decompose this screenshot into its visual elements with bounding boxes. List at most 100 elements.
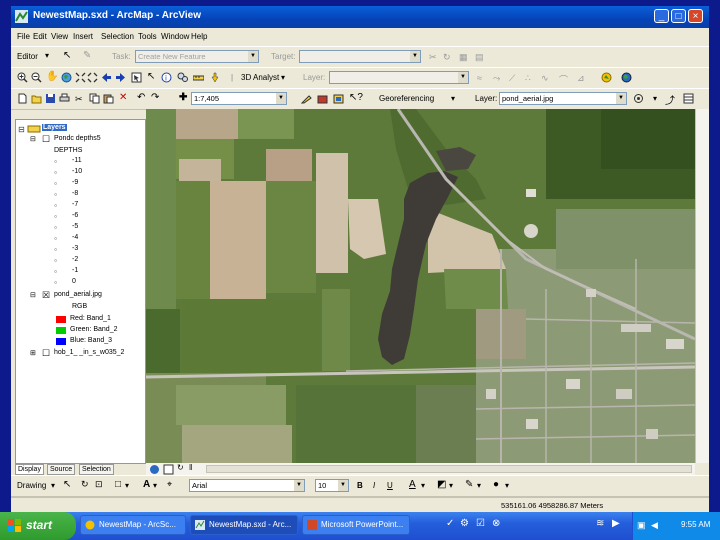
new-text-icon[interactable]: A — [143, 479, 150, 490]
close-button[interactable]: × — [688, 9, 703, 23]
paste-icon[interactable] — [103, 93, 114, 104]
tab-display[interactable]: Display — [15, 464, 44, 475]
clock[interactable]: 9:55 AM — [681, 520, 710, 529]
menu-selection[interactable]: Selection — [101, 32, 134, 41]
cut-icon[interactable]: ✂ — [75, 94, 83, 105]
menu-file[interactable]: File — [17, 32, 30, 41]
task-arcscene[interactable]: NewestMap - ArcSc... — [80, 515, 186, 535]
hyperlink-icon[interactable] — [209, 72, 220, 83]
underline-button[interactable]: U — [387, 481, 393, 490]
rotate-tool-icon[interactable] — [633, 93, 644, 104]
add-control-points-icon[interactable]: ⤴ — [665, 92, 675, 107]
print-icon[interactable] — [59, 93, 70, 104]
georeferencing-arrow-icon[interactable]: ▾ — [451, 94, 455, 103]
fill-color-arrow-icon[interactable]: ▾ — [449, 481, 453, 490]
zoom-out-icon[interactable] — [31, 72, 42, 83]
quicklaunch-arrow-icon[interactable]: ✓ — [446, 518, 454, 529]
split-icon[interactable]: ✂ — [429, 52, 437, 63]
3d-layer-select[interactable]: ▼ — [329, 71, 469, 84]
identify-icon[interactable]: i — [161, 72, 172, 83]
menu-view[interactable]: View — [51, 32, 68, 41]
menu-help[interactable]: Help — [191, 32, 207, 41]
rotate-arrow-icon[interactable]: ▾ — [653, 94, 657, 103]
zoom-to-selected-icon[interactable]: ⊡ — [95, 479, 103, 490]
new-document-icon[interactable] — [17, 93, 28, 104]
add-data-icon[interactable]: ✚ — [179, 92, 187, 103]
attributes-icon[interactable]: ▦ — [459, 52, 468, 63]
georeferencing-menu[interactable]: Georeferencing — [379, 94, 434, 103]
steepest-path-icon[interactable]: ⤳ — [493, 73, 500, 84]
select-elements-icon[interactable]: ↖ — [63, 479, 71, 490]
menu-tools[interactable]: Tools — [138, 32, 157, 41]
fixed-zoom-in-icon[interactable] — [75, 72, 86, 83]
fixed-zoom-out-icon[interactable] — [87, 72, 98, 83]
open-folder-icon[interactable] — [31, 93, 42, 104]
minimize-button[interactable]: _ — [654, 9, 669, 23]
font-color-arrow-icon[interactable]: ▾ — [421, 481, 425, 490]
map-vertical-scrollbar[interactable] — [695, 109, 709, 463]
editor-menu[interactable]: Editor — [17, 52, 38, 61]
select-features-icon[interactable] — [131, 72, 142, 83]
arccatalog-icon[interactable] — [333, 93, 344, 104]
tab-source[interactable]: Source — [47, 464, 76, 475]
font-size-select[interactable]: 10 ▼ — [315, 479, 349, 492]
full-extent-icon[interactable] — [61, 72, 72, 83]
redo-icon[interactable]: ↷ — [151, 92, 159, 103]
task-arcmap[interactable]: NewestMap.sxd - Arc... — [190, 515, 298, 535]
layers-frame-label[interactable]: Layers — [42, 124, 67, 131]
zoom-in-icon[interactable] — [17, 72, 28, 83]
bold-button[interactable]: B — [357, 481, 363, 490]
view-link-table-icon[interactable] — [683, 93, 694, 104]
editor-dropdown-arrow-icon[interactable]: ▾ — [45, 51, 49, 60]
copy-icon[interactable] — [89, 93, 100, 104]
layer-visibility-checkbox[interactable]: ☒ — [42, 290, 50, 301]
title-bar[interactable]: NewestMap.sxd - ArcMap - ArcView _ □ × — [11, 6, 709, 28]
undo-icon[interactable]: ↶ — [137, 92, 145, 103]
profile-graph-icon[interactable]: ⊿ — [577, 73, 585, 84]
tray-wifi-icon[interactable]: ≋ — [596, 518, 604, 529]
editor-toolbar-icon[interactable] — [301, 93, 312, 104]
map-display[interactable] — [146, 109, 695, 463]
network-icon[interactable]: ▣ — [637, 520, 646, 531]
layer-hob[interactable]: hob_1_ _in_s_w035_2 — [54, 349, 124, 356]
rotate-icon[interactable]: ↻ — [443, 52, 451, 63]
arcglobe-icon[interactable] — [621, 72, 632, 83]
sketch-pencil-icon[interactable]: ✎ — [83, 50, 91, 61]
arctoolbox-icon[interactable] — [317, 93, 328, 104]
start-button[interactable]: start — [0, 512, 76, 540]
collapse-icon[interactable]: ⊟ — [30, 291, 36, 299]
layout-view-icon[interactable] — [163, 464, 174, 475]
line-of-sight-icon[interactable]: ⟋ — [509, 73, 515, 84]
shape-arrow-icon[interactable]: ▾ — [125, 481, 129, 490]
volume-icon[interactable]: ◀ — [651, 520, 658, 531]
collapse-icon[interactable]: ⊟ — [30, 135, 36, 143]
forward-extent-icon[interactable] — [115, 72, 126, 83]
expand-icon[interactable]: ⊞ — [30, 349, 36, 357]
map-scale-input[interactable]: 1:7,405 ▼ — [191, 92, 287, 105]
quicklaunch-check-icon[interactable]: ☑ — [476, 518, 485, 529]
refresh-icon[interactable]: ↻ — [177, 463, 184, 472]
measure-icon[interactable] — [193, 72, 204, 83]
create-contours-icon[interactable]: ≈ — [477, 73, 482, 83]
task-select[interactable]: Create New Feature ▼ — [135, 50, 259, 63]
font-select[interactable]: Arial ▼ — [189, 479, 305, 492]
arcscene-icon[interactable] — [601, 72, 612, 83]
data-view-icon[interactable] — [149, 464, 160, 475]
marker-color-icon[interactable]: ● — [493, 479, 499, 490]
task-powerpoint[interactable]: Microsoft PowerPoint... — [302, 515, 410, 535]
menu-window[interactable]: Window — [161, 32, 189, 41]
layer-visibility-checkbox[interactable]: ☐ — [42, 134, 50, 145]
pause-drawing-icon[interactable]: ‖ — [189, 463, 192, 472]
drawing-menu[interactable]: Drawing — [17, 481, 46, 490]
italic-button[interactable]: I — [373, 481, 375, 490]
edit-arrow-icon[interactable]: ↖ — [63, 50, 71, 61]
layer-visibility-checkbox[interactable]: ☐ — [42, 348, 50, 359]
interpolate-point-icon[interactable]: ∴ — [525, 73, 531, 84]
marker-color-arrow-icon[interactable]: ▾ — [505, 481, 509, 490]
target-select[interactable]: ▼ — [299, 50, 421, 63]
3d-analyst-menu[interactable]: 3D Analyst — [241, 73, 279, 82]
edit-vertices-icon[interactable]: ⌖ — [167, 479, 172, 490]
pan-hand-icon[interactable]: ✋ — [46, 71, 58, 82]
fill-color-icon[interactable]: ◩ — [437, 479, 446, 490]
map-horizontal-scrollbar[interactable] — [206, 465, 692, 473]
